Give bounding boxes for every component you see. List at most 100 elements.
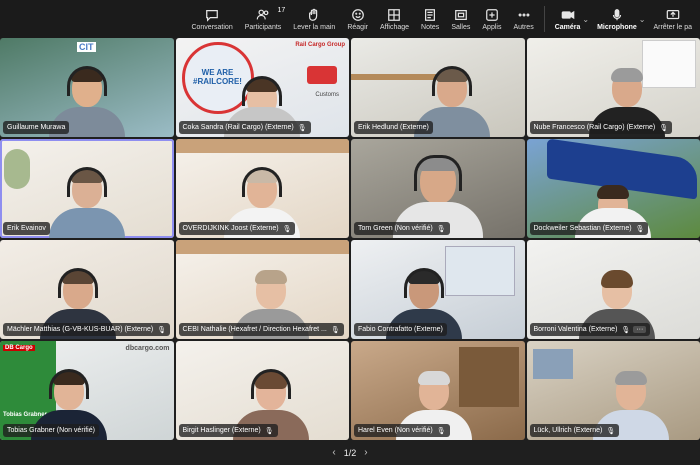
participant-name: Mächler Matthias (G-VB-KUS-BUAR) (Extern…	[7, 326, 154, 333]
share-button[interactable]: Arrêter le pa	[647, 0, 698, 38]
participant-nameplate: CEBI Nathalie (Hexafret / Direction Hexa…	[178, 323, 344, 336]
microphone-muted-icon: 🎙	[436, 225, 446, 233]
participant-tile[interactable]: Borroni Valentina (Externe) 🎙 ···	[526, 240, 700, 339]
hand-icon	[309, 8, 318, 21]
participant-tile[interactable]: Dockweiler Sebastian (Externe) 🎙	[526, 139, 700, 238]
company-logo: CIT	[77, 42, 96, 52]
participant-tile[interactable]: CIT Guillaume Murawa	[0, 38, 174, 137]
participant-name: CEBI Nathalie (Hexafret / Direction Hexa…	[182, 326, 327, 333]
participant-tile[interactable]: DB Cargo dbcargo.com Tobias Grabner Tobi…	[0, 341, 174, 440]
participant-name: OVERDIJKINK Joost (Externe)	[182, 225, 279, 232]
participants-count: 17	[277, 7, 286, 14]
conversation-button[interactable]: Conversation	[185, 0, 238, 38]
camera-icon	[561, 10, 574, 19]
apps-label: Applis	[482, 23, 502, 31]
video-grid: CIT Guillaume Murawa WE ARE #RAILCORE! R…	[0, 38, 700, 440]
participant-name: Guillaume Murawa	[7, 124, 66, 131]
microphone-muted-icon: 🎙	[659, 124, 669, 132]
microphone-muted-icon: 🎙	[157, 326, 167, 334]
microphone-icon	[612, 8, 622, 20]
view-label: Affichage	[379, 23, 410, 31]
participant-nameplate: Dockweiler Sebastian (Externe) 🎙	[529, 222, 649, 235]
participant-name: Harel Even (Non vérifié)	[358, 427, 433, 434]
truck-icon	[307, 66, 337, 84]
participant-tile[interactable]: OVERDIJKINK Joost (Externe) 🎙	[175, 139, 349, 238]
participants-label: Participants	[244, 23, 282, 31]
participant-name: Erik Evainov	[7, 225, 46, 232]
microphone-muted-icon: 🎙	[606, 427, 616, 435]
participant-tile[interactable]: Tom Green (Non vérifié) 🎙	[351, 139, 525, 238]
participant-tile[interactable]: WE ARE #RAILCORE! Rail Cargo Group Custo…	[175, 38, 349, 137]
react-button[interactable]: Réagir	[341, 0, 374, 38]
participant-tile[interactable]: Erik Hedlund (Externe)	[351, 38, 525, 137]
microphone-button[interactable]: Microphone	[591, 0, 643, 38]
view-button[interactable]: Affichage	[374, 0, 415, 38]
participant-tile[interactable]: Birgit Haslinger (Externe) 🎙	[175, 341, 349, 440]
round-window	[4, 149, 30, 189]
raise-hand-button[interactable]: Lever la main	[287, 0, 341, 38]
apps-button[interactable]: Applis	[476, 0, 507, 38]
participant-name: Tom Green (Non vérifié)	[358, 225, 433, 232]
camera-label: Caméra	[554, 23, 581, 31]
db-cargo-logo: DB Cargo	[3, 345, 35, 351]
rail-cargo-logo: Rail Cargo Group	[295, 42, 345, 48]
next-page-button[interactable]: ›	[364, 447, 367, 458]
participant-nameplate: Harel Even (Non vérifié) 🎙	[354, 424, 450, 437]
participant-nameplate: OVERDIJKINK Joost (Externe) 🎙	[178, 222, 296, 235]
participant-nameplate: Tobias Grabner (Non vérifié)	[3, 424, 99, 437]
microphone-muted-icon: 🎙	[436, 427, 446, 435]
react-label: Réagir	[347, 23, 368, 31]
conversation-label: Conversation	[191, 23, 233, 31]
participant-tile[interactable]: Fabio Contrafatto (Externe)	[351, 240, 525, 339]
toolbar-separator	[543, 6, 545, 32]
microphone-muted-icon: 🎙	[330, 326, 340, 334]
participant-name: Nube Francesco (Rail Cargo) (Externe)	[533, 124, 656, 131]
participant-name: Borroni Valentina (Externe)	[533, 326, 618, 333]
more-dots-icon	[518, 13, 530, 16]
camera-button[interactable]: Caméra	[549, 0, 587, 38]
participant-nameplate: Nube Francesco (Rail Cargo) (Externe) 🎙	[529, 121, 673, 134]
participant-nameplate: Coka Sandra (Rail Cargo) (Externe) 🎙	[178, 121, 311, 134]
microphone-muted-icon: 🎙	[264, 427, 274, 435]
rooms-button[interactable]: Salles	[445, 0, 476, 38]
add-app-icon	[486, 8, 498, 21]
chat-icon	[206, 9, 218, 22]
participant-tile[interactable]: Harel Even (Non vérifié) 🎙	[351, 341, 525, 440]
participant-nameplate: Mächler Matthias (G-VB-KUS-BUAR) (Extern…	[3, 323, 171, 336]
notes-button[interactable]: Notes	[415, 0, 445, 38]
people-icon	[256, 9, 269, 19]
participant-nameplate: Lück, Ullrich (Externe) 🎙	[529, 424, 620, 437]
more-label: Autres	[513, 23, 534, 31]
participant-nameplate: Tom Green (Non vérifié) 🎙	[354, 222, 450, 235]
microphone-muted-icon: 🎙	[621, 326, 631, 334]
participant-nameplate: Erik Evainov	[3, 222, 50, 235]
microphone-muted-icon: 🎙	[635, 225, 645, 233]
participant-name: Coka Sandra (Rail Cargo) (Externe)	[182, 124, 294, 131]
participant-name: Tobias Grabner (Non vérifié)	[7, 427, 95, 434]
participant-tile[interactable]: CEBI Nathalie (Hexafret / Direction Hexa…	[175, 240, 349, 339]
ceiling-wood	[175, 240, 349, 254]
gallery-pager: ‹ 1/2 ›	[0, 440, 700, 465]
previous-page-button[interactable]: ‹	[332, 447, 335, 458]
participant-tile[interactable]: Nube Francesco (Rail Cargo) (Externe) 🎙	[526, 38, 700, 137]
participant-tile[interactable]: Mächler Matthias (G-VB-KUS-BUAR) (Extern…	[0, 240, 174, 339]
share-label: Arrêter le pa	[653, 23, 692, 31]
share-screen-icon	[666, 9, 680, 19]
participant-name: Lück, Ullrich (Externe)	[533, 427, 603, 434]
meeting-toolbar: Conversation 17 Participants Lever la ma…	[0, 0, 700, 38]
smiley-icon	[351, 8, 364, 21]
participant-tile-active-speaker[interactable]: Erik Evainov	[0, 139, 174, 238]
participant-video	[47, 158, 127, 238]
page-indicator: 1/2	[343, 447, 357, 458]
participant-more-options-button[interactable]: ···	[633, 326, 647, 333]
raise-hand-label: Lever la main	[293, 23, 336, 31]
participants-button[interactable]: 17 Participants	[239, 0, 288, 38]
microphone-muted-icon: 🎙	[282, 225, 292, 233]
participant-nameplate: Borroni Valentina (Externe) 🎙 ···	[529, 323, 651, 336]
dbcargo-url: dbcargo.com	[125, 345, 170, 352]
participant-nameplate: Guillaume Murawa	[3, 121, 70, 134]
participant-tile[interactable]: Lück, Ullrich (Externe) 🎙	[526, 341, 700, 440]
more-button[interactable]: Autres	[507, 0, 539, 38]
participant-nameplate: Erik Hedlund (Externe)	[354, 121, 433, 134]
wall-poster	[532, 349, 573, 379]
